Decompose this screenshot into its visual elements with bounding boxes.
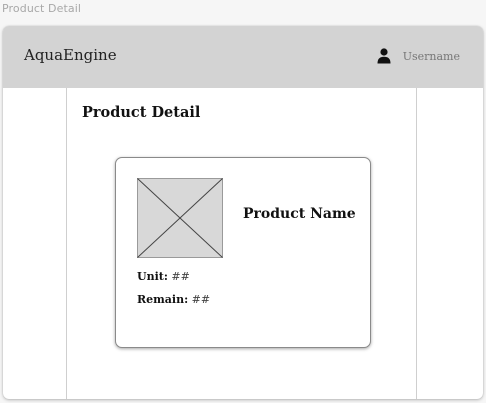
remain-label: Remain: <box>137 293 189 306</box>
product-name: Product Name <box>243 206 356 222</box>
app-header: AquaEngine Username <box>3 26 483 88</box>
image-placeholder-icon <box>137 178 223 258</box>
app-window: AquaEngine Username Product Detail Produ… <box>3 26 483 399</box>
right-sidebar <box>416 88 483 399</box>
left-sidebar <box>3 88 67 399</box>
unit-value: ## <box>171 270 190 283</box>
person-icon <box>377 48 391 64</box>
main-content: Product Detail Product Name Unit: ## Rem… <box>67 88 416 399</box>
remain-value: ## <box>191 293 211 306</box>
page-title: Product Detail <box>82 104 201 121</box>
unit-label: Unit: <box>137 270 168 283</box>
app-title[interactable]: AquaEngine <box>24 46 117 64</box>
page-caption: Product Detail <box>2 2 82 15</box>
unit-field: Unit: ## <box>137 270 190 283</box>
username[interactable]: Username <box>403 50 460 63</box>
user-menu[interactable]: Username <box>377 48 460 64</box>
product-card[interactable]: Product Name Unit: ## Remain: ## <box>115 157 371 348</box>
remain-field: Remain: ## <box>137 293 210 306</box>
